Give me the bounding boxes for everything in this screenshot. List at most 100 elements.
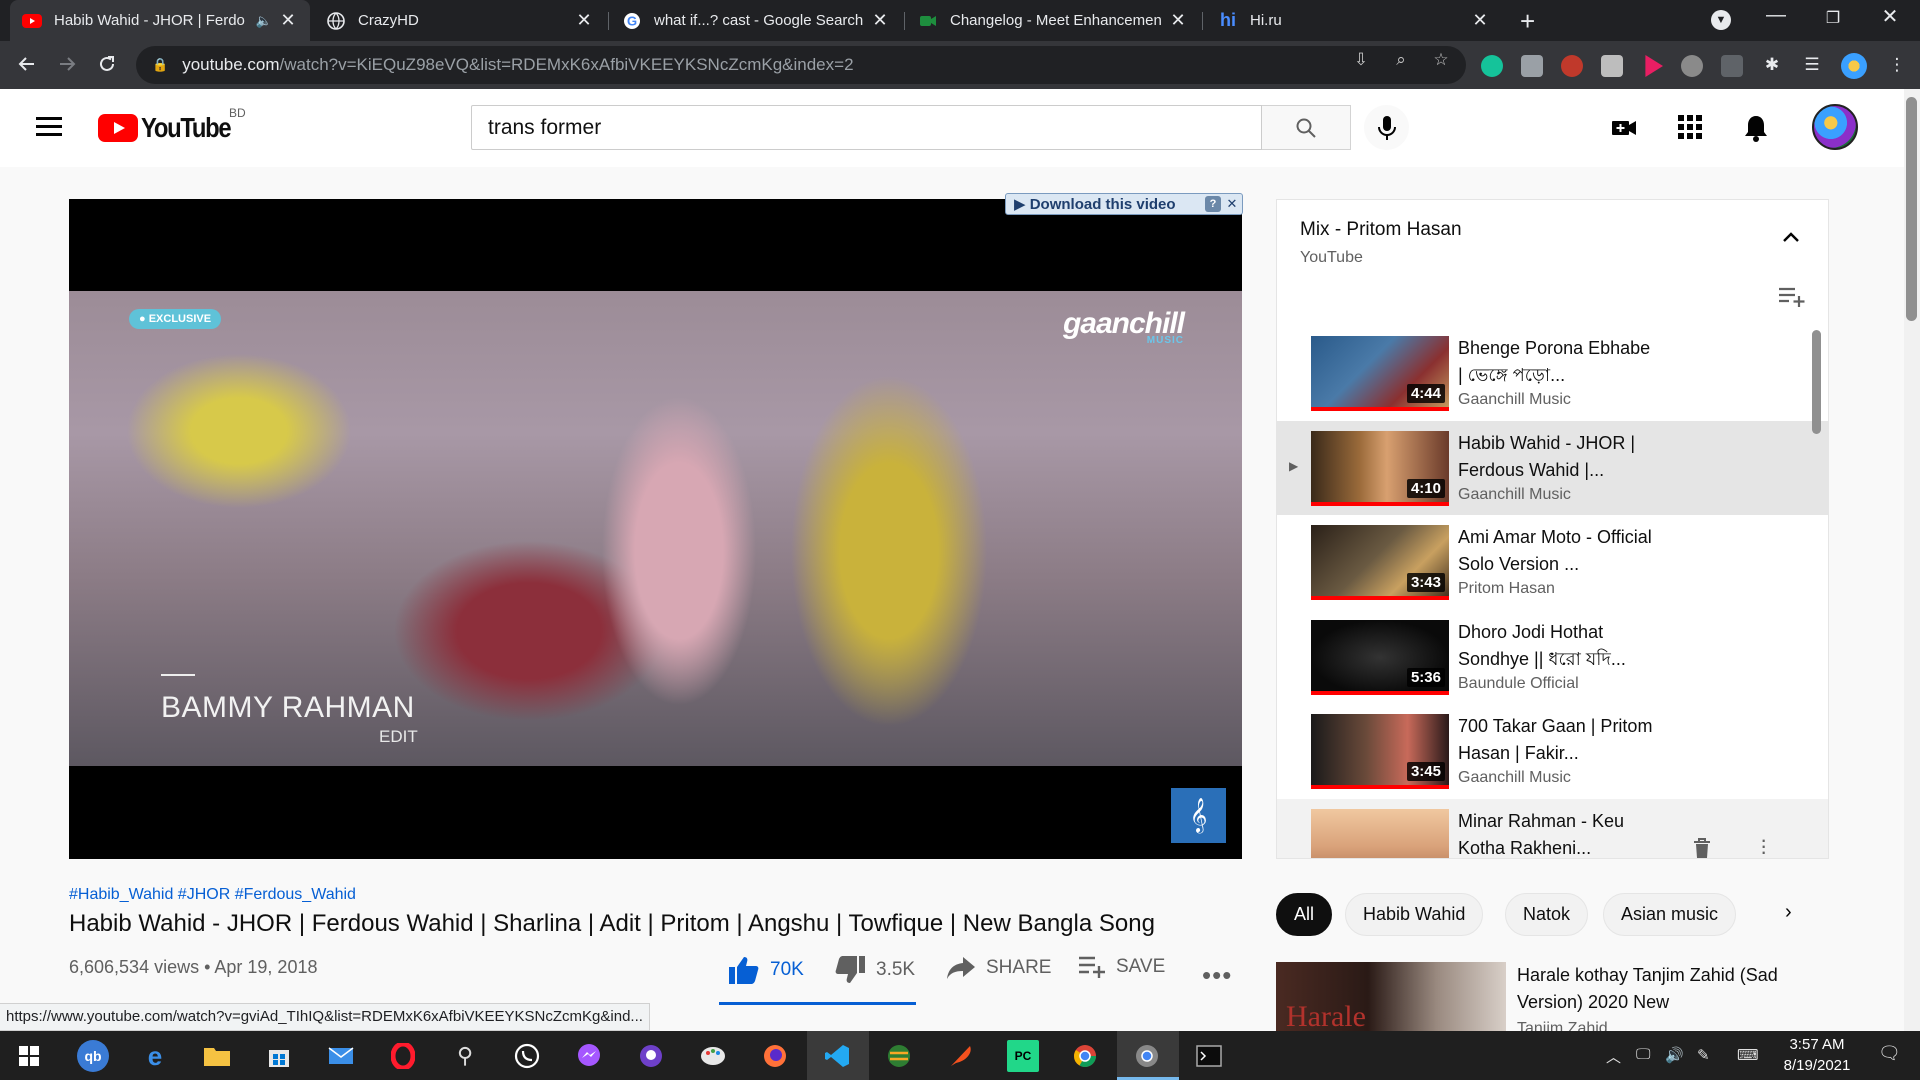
help-icon[interactable]: ? [1205,196,1221,212]
window-close-button[interactable]: ✕ [1867,4,1913,29]
item-menu-icon[interactable]: · · · [1760,828,1767,858]
video-hashtags[interactable]: #Habib_Wahid #JHOR #Ferdous_Wahid [69,886,356,904]
search-button[interactable] [1262,105,1351,150]
youtube-logo[interactable]: YouTube [98,112,246,144]
related-video-channel[interactable]: Tanjim Zahid [1517,1020,1608,1031]
volume-icon[interactable]: 🔊 [1665,1046,1684,1064]
download-video-bar[interactable]: ▶ Download this video ? ✕ [1005,193,1243,215]
search-input[interactable]: trans former [471,105,1262,150]
tab-crazyhd[interactable]: CrazyHD ✕ [314,0,606,41]
guide-menu-icon[interactable] [36,117,62,137]
playlist-item-hovered[interactable]: Minar Rahman - Keu Kotha Rakheni... · · · [1277,798,1828,859]
edge-icon[interactable]: e [139,1040,171,1072]
minimize-button[interactable]: — [1753,4,1799,27]
github-icon[interactable] [635,1040,667,1072]
playlist-item-title[interactable]: Minar Rahman - Keu Kotha Rakheni... [1458,808,1658,859]
opera-icon[interactable] [387,1040,419,1072]
video-player[interactable]: ● EXCLUSIVE gaanchill MUSIC BAMMY RAHMAN… [69,199,1242,859]
playlist-item-title[interactable]: Dhoro Jodi Hothat Sondhye || ধরো যদি... [1458,619,1658,673]
puzzle-extensions-icon[interactable]: ✱ [1761,55,1783,77]
playlist-thumbnail[interactable]: 3:45 [1311,714,1449,789]
playlist-scrollbar-thumb[interactable] [1812,330,1821,434]
speaker-icon[interactable]: 🔈 [256,13,272,29]
apps-grid-icon[interactable] [1677,114,1705,142]
playlist-item-title[interactable]: 700 Takar Gaan | Pritom Hasan | Fakir... [1458,713,1658,767]
playlist-title[interactable]: Mix - Pritom Hasan [1300,219,1462,241]
playlist-item-current[interactable]: ▶ 4:10 Habib Wahid - JHOR | Ferdous Wahi… [1277,420,1828,515]
play-extension-icon[interactable] [1645,55,1663,77]
playlist-thumbnail[interactable]: 4:44 [1311,336,1449,411]
lock-icon[interactable]: 🔒 [152,57,168,73]
tab-hi-ru[interactable]: hi Hi.ru ✕ [1206,0,1502,41]
playlist-item-channel[interactable]: Baundule Official [1458,675,1579,693]
chevron-right-icon[interactable]: › [1785,901,1792,924]
show-hidden-icons-chevron[interactable]: ︿ [1606,1046,1621,1067]
pycharm-icon[interactable]: PC [1007,1040,1039,1072]
playlist-item-channel[interactable]: Gaanchill Music [1458,391,1571,409]
playlist-thumbnail[interactable] [1311,808,1449,858]
more-actions-icon[interactable]: ••• [1202,960,1232,991]
network-icon[interactable]: 🖵 [1636,1046,1650,1063]
chrome-dev-icon[interactable] [1131,1040,1163,1072]
address-bar[interactable]: 🔒 youtube.com/watch?v=KiEQuZ98eVQ&list=R… [136,46,1466,84]
playlist-item-title[interactable]: Habib Wahid - JHOR | Ferdous Wahid |... [1458,430,1658,484]
download-video-label[interactable]: ▶ Download this video [1014,195,1176,213]
close-tab-icon[interactable]: ✕ [278,10,298,31]
close-tab-icon[interactable]: ✕ [870,10,890,31]
forward-button[interactable] [52,49,82,79]
extension-icon[interactable] [1601,55,1623,77]
playlist-owner[interactable]: YouTube [1300,249,1363,267]
file-explorer-icon[interactable] [201,1040,233,1072]
playlist-item[interactable]: 5:36 Dhoro Jodi Hothat Sondhye || ধরো যদ… [1277,610,1828,705]
chip-asian-music[interactable]: Asian music [1603,893,1737,936]
messenger-icon[interactable] [573,1040,605,1072]
video-frame[interactable]: ● EXCLUSIVE gaanchill MUSIC BAMMY RAHMAN… [69,291,1242,766]
playlist-item[interactable]: 3:45 700 Takar Gaan | Pritom Hasan | Fak… [1277,704,1828,799]
account-avatar[interactable] [1812,104,1858,150]
page-scrollbar-thumb[interactable] [1906,97,1917,321]
keyboard-icon[interactable]: ⌨ [1737,1046,1759,1064]
tab-youtube[interactable]: Habib Wahid - JHOR | Ferdo 🔈 ✕ [10,0,310,41]
tab-google-search[interactable]: G what if...? cast - Google Search ✕ [610,0,902,41]
close-tab-icon[interactable]: ✕ [1470,10,1490,31]
windows-start-icon[interactable] [13,1040,45,1072]
related-video-title[interactable]: Harale kothay Tanjim Zahid (Sad Version)… [1517,962,1807,1016]
bookmark-star-icon[interactable]: ☆ [1430,50,1452,72]
trash-icon[interactable] [1692,837,1712,859]
playlist-item-channel[interactable]: Gaanchill Music [1458,486,1571,504]
playlist-thumbnail[interactable]: 3:43 [1311,525,1449,600]
back-button[interactable] [12,49,42,79]
playlist-item-title[interactable]: Bhenge Porona Ebhabe | ভেঙ্গে পড়ো... [1458,335,1658,389]
download-extension-icon[interactable] [1681,55,1703,77]
camera-extension-icon[interactable] [1521,55,1543,77]
save-playlist-icon[interactable] [1778,286,1806,313]
chip-all[interactable]: All [1276,893,1333,936]
grammarly-extension-icon[interactable] [1481,55,1503,77]
profile-icon[interactable] [1841,53,1867,79]
feather-app-icon[interactable] [945,1040,977,1072]
create-video-icon[interactable] [1610,114,1638,142]
globe-app-icon[interactable] [883,1040,915,1072]
chip-natok[interactable]: Natok [1505,893,1589,936]
like-button[interactable]: 70K [728,955,804,985]
share-button[interactable]: SHARE [946,955,1051,981]
playlist-thumbnail[interactable]: 5:36 [1311,619,1449,695]
tab-search-icon[interactable]: ▼ [1711,10,1731,30]
whatsapp-icon[interactable] [511,1040,543,1072]
new-tab-button[interactable]: + [1520,6,1535,37]
dislike-button[interactable]: 3.5K [834,955,915,985]
terminal-icon[interactable] [1193,1040,1225,1072]
pen-icon[interactable]: ✎ [1697,1046,1710,1064]
playlist-item[interactable]: 3:43 Ami Amar Moto - Official Solo Versi… [1277,515,1828,610]
notifications-bell-icon[interactable] [1743,114,1771,142]
chip-habib-wahid[interactable]: Habib Wahid [1345,893,1484,936]
extension-icon[interactable] [1721,55,1743,77]
zoom-icon[interactable]: ⌕ [1390,50,1412,72]
clock-time[interactable]: 3:57 AM [1782,1036,1852,1053]
save-button[interactable]: SAVE [1078,955,1165,979]
playlist-thumbnail[interactable]: 4:10 [1311,430,1449,506]
playlist-item-title[interactable]: Ami Amar Moto - Official Solo Version ..… [1458,524,1658,578]
close-icon[interactable]: ✕ [1224,196,1240,212]
vscode-icon[interactable] [821,1040,853,1072]
close-tab-icon[interactable]: ✕ [574,10,594,31]
